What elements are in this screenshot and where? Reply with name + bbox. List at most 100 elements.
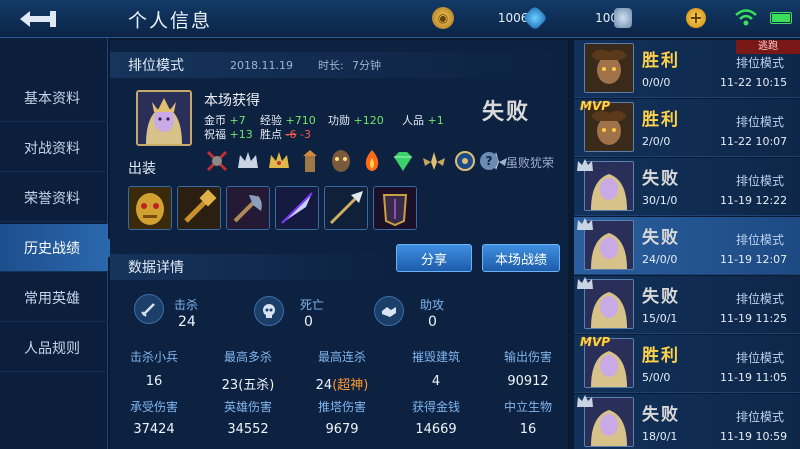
buildings-destroyed-value: 4: [431, 374, 441, 389]
history-result: 失败: [642, 169, 680, 189]
max-streak-label: 最高连杀: [317, 350, 366, 364]
back-button[interactable]: [12, 5, 64, 33]
history-mode: 排位模式: [736, 115, 785, 129]
skull-icon: [254, 296, 284, 326]
equip-label: 出装: [128, 161, 156, 177]
sidebar-item-label: 人品规则: [24, 340, 80, 357]
axe-item-icon[interactable]: [226, 186, 270, 230]
stat-label: 胜点: [260, 128, 282, 141]
history-mode: 排位模式: [736, 233, 785, 247]
assists-value: 0: [428, 314, 437, 330]
sidebar-item-label: 历史战绩: [24, 240, 80, 257]
kills-value: 24: [178, 314, 196, 330]
mask-icon: [326, 146, 355, 176]
help-icon[interactable]: ?: [480, 152, 498, 170]
gold-earned-label: 获得金钱: [411, 400, 460, 414]
share-button[interactable]: 分享: [396, 244, 472, 272]
hero-portrait: [584, 43, 634, 93]
history-kda: 5/0/0: [642, 371, 671, 384]
history-time: 11-19 11:05: [720, 371, 788, 384]
minion-kills-label: 击杀小兵: [129, 350, 178, 364]
crown-icon: [577, 218, 593, 230]
match-mode: 排位模式: [128, 58, 184, 74]
history-result: 失败: [642, 287, 680, 307]
stat-value: +120: [353, 114, 384, 127]
history-item[interactable]: 失败 排位模式 15/0/1 11-19 11:25: [574, 276, 800, 334]
stat-value: +13: [229, 128, 253, 141]
stat-blessing: 祝福 +13: [204, 126, 253, 142]
match-header: 排位模式 2018.11.19 时长: 7分钟: [110, 52, 568, 78]
history-item[interactable]: MVP 胜利 排位模式 5/0/0 11-19 11:05: [574, 335, 800, 393]
gold-counter: ◉ 10061: [432, 7, 536, 29]
minion-kills-value: 16: [145, 374, 163, 389]
escape-badge: 逃跑: [736, 40, 800, 54]
damage-dealt-label: 输出伤害: [503, 350, 552, 364]
history-result: 胜利: [642, 51, 680, 71]
history-item[interactable]: 失败 排位模式 18/0/1 11-19 10:59: [574, 394, 800, 449]
honor-label: 虽败犹荣: [506, 156, 555, 170]
history-item[interactable]: 逃跑 胜利 排位模式 0/0/0 11-22 10:15: [574, 40, 800, 98]
damage-dealt-value: 90912: [507, 374, 549, 389]
gold-earned-value: 14669: [415, 422, 457, 437]
stat-value-old: -6: [285, 128, 297, 141]
gem-value: 100: [595, 11, 618, 25]
sidebar-item-rp-rules[interactable]: 人品规则: [0, 324, 108, 372]
hero-damage-value: 34552: [227, 422, 269, 437]
golden-mask-item-icon[interactable]: [128, 186, 172, 230]
history-item[interactable]: 失败 排位模式 30/1/0 11-19 12:22: [574, 158, 800, 216]
stat-value: +1: [427, 114, 444, 127]
history-time: 11-19 10:59: [720, 430, 788, 443]
history-result: 胜利: [642, 346, 680, 366]
sidebar-item-common-heroes[interactable]: 常用英雄: [0, 274, 108, 322]
history-time: 11-19 12:07: [720, 253, 788, 266]
spear-item-icon[interactable]: [324, 186, 368, 230]
history-kda: 24/0/0: [642, 253, 678, 266]
sidebar-item-history[interactable]: 历史战绩: [0, 224, 118, 272]
stat-label: 人品: [402, 114, 424, 127]
sidebar-item-label: 对战资料: [24, 140, 80, 157]
match-stats-button[interactable]: 本场战绩: [482, 244, 560, 272]
history-item[interactable]: MVP 胜利 排位模式 2/0/0 11-22 10:07: [574, 99, 800, 157]
history-kda: 0/0/0: [642, 76, 671, 89]
stat-label: 功勋: [328, 114, 350, 127]
page-title: 个人信息: [128, 10, 213, 32]
max-streak-title: (超神): [332, 378, 369, 393]
stat-value: -3: [299, 128, 311, 141]
gold-coin-icon: ◉: [432, 7, 454, 29]
assists-label: 助攻: [420, 298, 445, 312]
crossed-swords-icon: [202, 146, 231, 176]
duration-value: 7分钟: [352, 59, 381, 72]
sidebar-item-basic-info[interactable]: 基本资料: [0, 74, 108, 122]
history-mode: 排位模式: [736, 174, 785, 188]
green-gem-icon: [388, 146, 417, 176]
match-detail-panel: 排位模式 2018.11.19 时长: 7分钟 本场获得 金币 +7 经验 +7…: [110, 40, 568, 449]
kills-label: 击杀: [174, 298, 199, 312]
wifi-icon: [735, 9, 757, 26]
sidebar-item-honor-info[interactable]: 荣誉资料: [0, 174, 108, 222]
damage-taken-value: 37424: [133, 422, 175, 437]
tower-damage-value: 9679: [325, 422, 359, 437]
history-time: 11-19 11:25: [720, 312, 788, 325]
hero-portrait: [136, 90, 192, 146]
tower-icon: [295, 146, 324, 176]
dark-armor-item-icon[interactable]: [373, 186, 417, 230]
equipment-items: [128, 186, 417, 230]
stat-rp: 人品 +1: [402, 112, 444, 128]
deaths-value: 0: [304, 314, 313, 330]
max-streak-number: 24: [315, 378, 333, 393]
crystal-blade-item-icon[interactable]: [275, 186, 319, 230]
mvp-badge-icon: MVP: [580, 335, 611, 349]
sidebar-item-label: 基本资料: [24, 90, 80, 107]
golden-hammer-item-icon[interactable]: [177, 186, 221, 230]
sidebar: 基本资料 对战资料 荣誉资料 历史战绩 常用英雄 人品规则: [0, 38, 118, 449]
hero-avatar-icon: [138, 92, 190, 144]
history-item-selected[interactable]: 失败 排位模式 24/0/0 11-19 12:07: [574, 217, 800, 275]
history-kda: 30/1/0: [642, 194, 678, 207]
details-title: 数据详情: [128, 260, 184, 276]
recharge-button[interactable]: +: [686, 8, 706, 28]
sidebar-item-battle-info[interactable]: 对战资料: [0, 124, 108, 172]
history-kda: 2/0/0: [642, 135, 671, 148]
max-multikill-value: 23(五杀): [221, 378, 275, 393]
history-kda: 15/0/1: [642, 312, 678, 325]
badge-row: [202, 146, 510, 176]
